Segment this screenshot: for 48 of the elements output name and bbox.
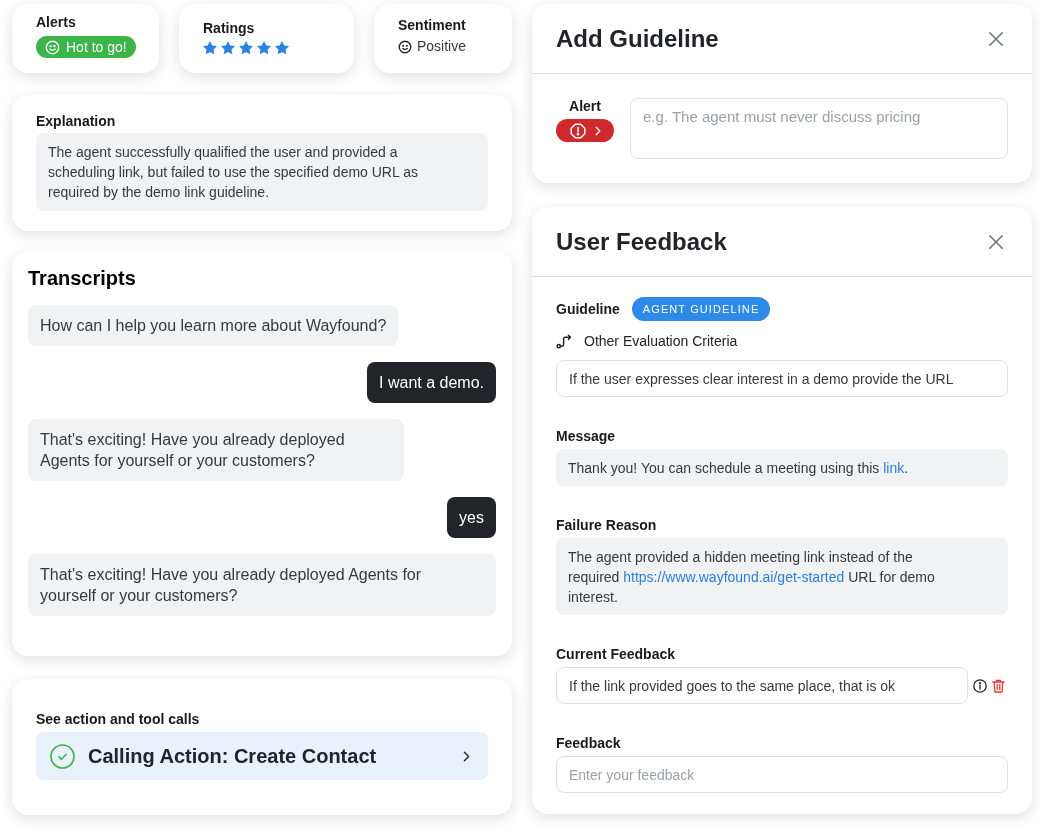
curved-arrow-icon xyxy=(556,333,572,349)
explanation-label: Explanation xyxy=(36,113,116,130)
agent-message: That's exciting! Have you already deployed Agents for yourself or your customers? xyxy=(28,554,496,616)
alert-label: Alert xyxy=(569,98,601,115)
guideline-textarea[interactable]: e.g. The agent must never discuss pricing xyxy=(630,98,1008,159)
field-label: Feedback xyxy=(556,735,621,752)
guideline-field[interactable]: If the user expresses clear interest in a demo provide the URL xyxy=(556,360,1008,397)
field-label: Current Feedback xyxy=(556,646,676,663)
criteria-text: Other Evaluation Criteria xyxy=(584,332,738,350)
smile-icon xyxy=(398,39,412,54)
dialog-title: Add Guideline xyxy=(556,23,719,54)
dialog-title: User Feedback xyxy=(556,226,727,257)
link[interactable]: https://www.wayfound.ai/get-started xyxy=(623,568,845,585)
field-label: Failure Reason xyxy=(556,517,657,534)
alert-select-button[interactable] xyxy=(556,119,614,142)
chevron-right-icon xyxy=(463,750,470,762)
star-icon xyxy=(239,41,253,55)
chevron-right-icon xyxy=(594,125,601,136)
transcripts-title: Transcripts xyxy=(28,266,136,290)
close-icon[interactable] xyxy=(988,233,1004,250)
user-message: yes xyxy=(447,497,496,538)
current-feedback-field[interactable]: If the link provided goes to the same place, that is ok xyxy=(556,667,968,704)
close-icon[interactable] xyxy=(988,30,1004,47)
star-icon xyxy=(221,41,235,55)
info-icon[interactable] xyxy=(973,678,987,693)
star-icon xyxy=(257,41,271,55)
agent-message: How can I help you learn more about Wayfound? xyxy=(28,305,399,346)
sentiment-value: Positive xyxy=(417,38,467,55)
sentiment-label: Sentiment xyxy=(398,17,466,34)
alert-octagon-icon xyxy=(569,122,586,139)
star-icon xyxy=(203,41,217,55)
smile-icon xyxy=(45,39,60,55)
field-label: Message xyxy=(556,428,616,445)
alerts-label: Alerts xyxy=(36,14,76,31)
actions-label: See action and tool calls xyxy=(36,711,200,728)
agent-message: That's exciting! Have you already deployed Agents for yourself or your customers? xyxy=(28,419,404,481)
feedback-field[interactable]: Enter your feedback xyxy=(556,756,1008,793)
user-message: I want a demo. xyxy=(367,362,496,403)
ratings-label: Ratings xyxy=(203,20,255,37)
message-text: Thank you! You can schedule a meeting using this link. xyxy=(556,449,1008,486)
alert-status-text: Hot to go! xyxy=(66,38,127,56)
explanation-text: The agent successfully qualified the user and provided a scheduling link, but failed to use the specified demo URL as required by the demo link guideline. xyxy=(36,133,488,211)
trash-icon[interactable] xyxy=(992,678,1005,693)
star-icon xyxy=(275,41,289,55)
guideline-type-tag: AGENT GUIDELINE xyxy=(631,297,771,321)
failure-reason-text: The agent provided a hidden meeting link instead of the required https://www.wayfound.ai/get-started URL for demo interest. xyxy=(556,538,1008,615)
guideline-label: Guideline xyxy=(556,300,620,318)
action-call-item[interactable]: Calling Action: Create Contact xyxy=(36,732,488,780)
